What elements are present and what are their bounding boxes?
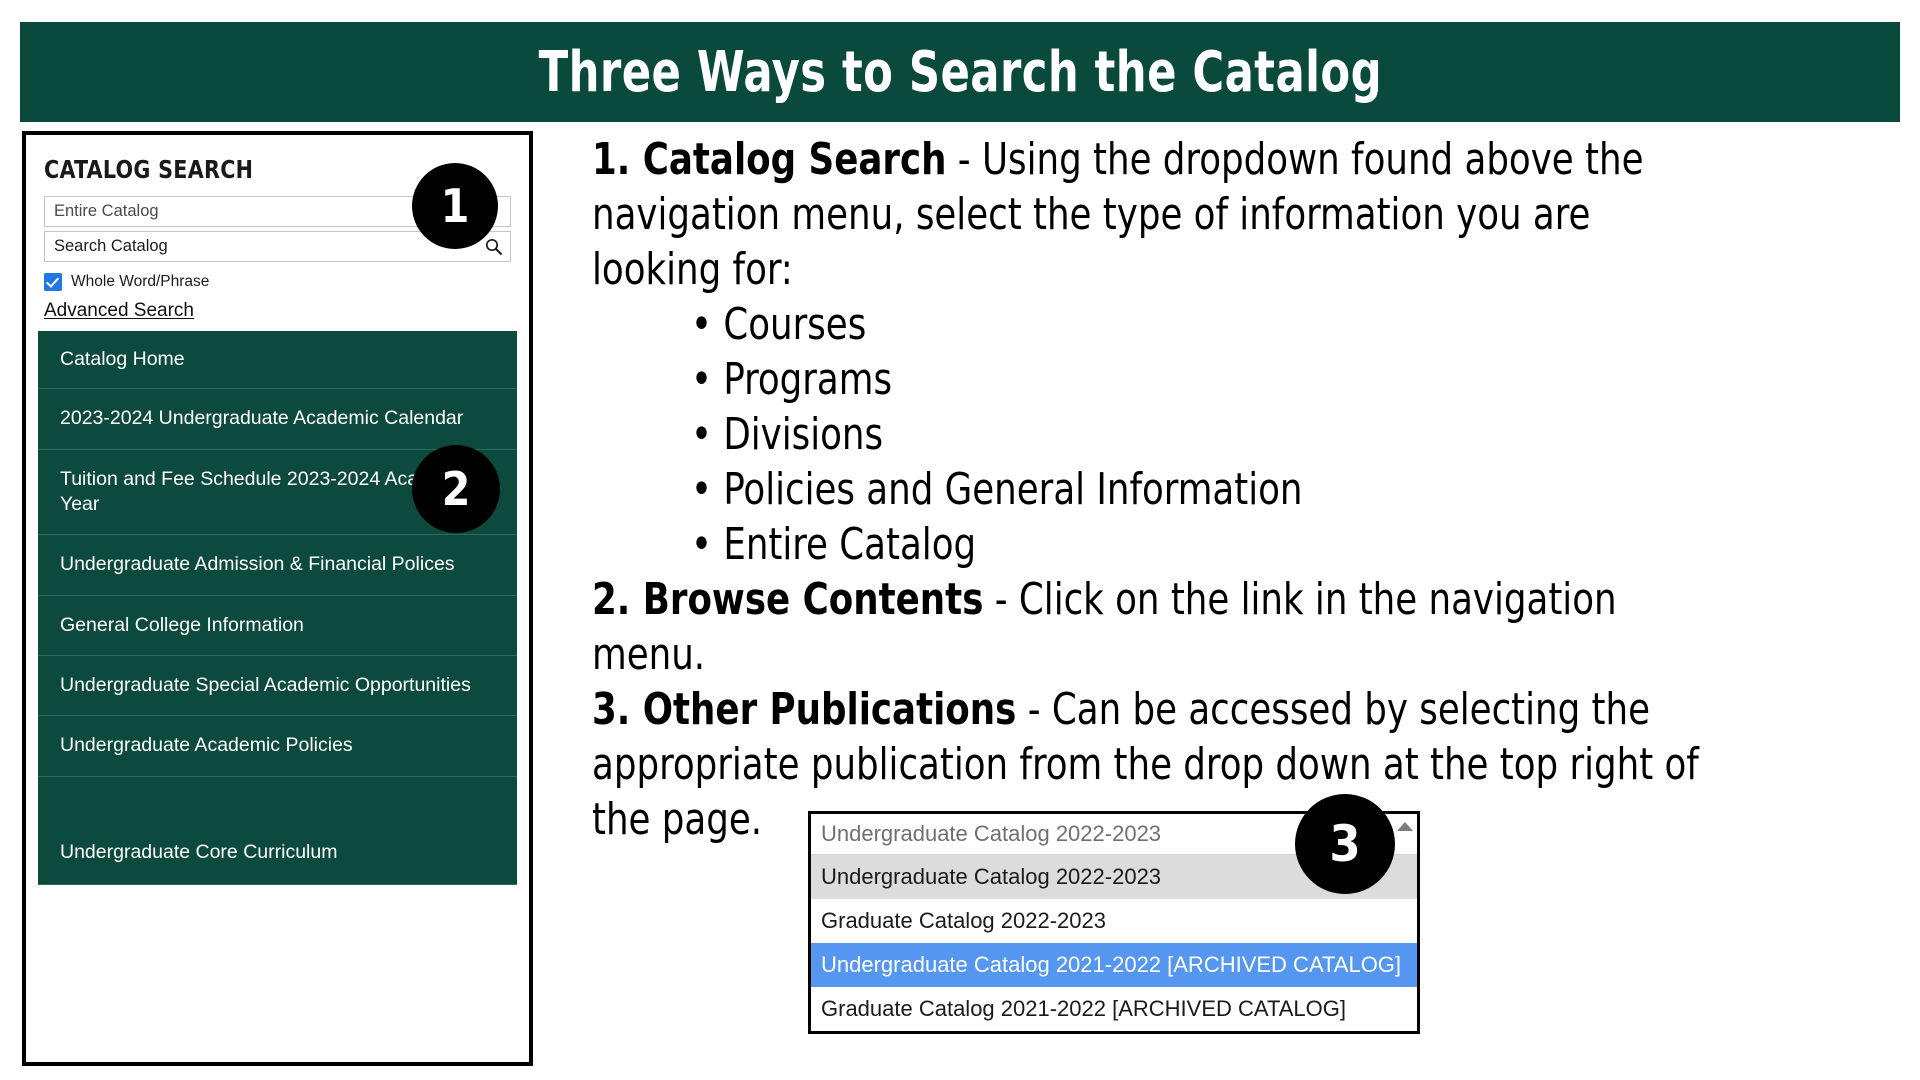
advanced-search-link[interactable]: Advanced Search — [44, 300, 194, 322]
instruction-3-number: 3. — [592, 684, 643, 735]
instruction-2-line-1: 2. Browse Contents - Click on the link i… — [592, 572, 1780, 627]
instruction-2-number: 2. — [592, 574, 643, 625]
sidebar-item-special-academic-opportunities[interactable]: Undergraduate Special Academic Opportuni… — [38, 656, 517, 717]
dropdown-option-graduate-2022-2023[interactable]: Graduate Catalog 2022-2023 — [811, 899, 1417, 943]
navigation-menu: Catalog Home 2023-2024 Undergraduate Aca… — [38, 331, 517, 885]
sidebar-item-catalog-home[interactable]: Catalog Home — [38, 331, 517, 390]
instruction-1-line-1: 1. Catalog Search - Using the dropdown f… — [592, 132, 1780, 187]
search-input-placeholder: Search Catalog — [54, 237, 168, 255]
sidebar-item-general-college-information[interactable]: General College Information — [38, 596, 517, 657]
whole-word-checkbox-row[interactable]: Whole Word/Phrase — [44, 273, 511, 291]
instruction-1-number: 1. — [592, 134, 643, 185]
list-item: • Courses — [691, 299, 867, 350]
list-item: • Programs — [691, 354, 893, 405]
magnifier-icon[interactable] — [485, 238, 503, 256]
sidebar-item-academic-policies[interactable]: Undergraduate Academic Policies — [38, 716, 517, 777]
header-banner: Three Ways to Search the Catalog — [20, 22, 1900, 122]
instruction-3-line-2: appropriate publication from the drop do… — [592, 739, 1699, 790]
sidebar-item-admission-financial-polices[interactable]: Undergraduate Admission & Financial Poli… — [38, 535, 517, 596]
instruction-2-title: Browse Contents — [642, 574, 984, 625]
list-item: • Policies and General Information — [691, 464, 1303, 515]
catalog-scope-value: Entire Catalog — [54, 202, 159, 220]
instruction-2-line-2: menu. — [592, 629, 706, 680]
dropdown-selected-value: Undergraduate Catalog 2022-2023 — [821, 821, 1162, 846]
step-badge-3: 3 — [1295, 794, 1395, 894]
triangle-up-icon[interactable] — [1397, 822, 1413, 831]
catalog-search-heading: CATALOG SEARCH — [44, 155, 254, 184]
instructions-content: 1. Catalog Search - Using the dropdown f… — [592, 132, 1912, 847]
dropdown-option-graduate-2021-2022-archived[interactable]: Graduate Catalog 2021-2022 [ARCHIVED CAT… — [811, 987, 1417, 1031]
sidebar-item-academic-calendar[interactable]: 2023-2024 Undergraduate Academic Calenda… — [38, 389, 517, 450]
instruction-1-title: Catalog Search — [642, 134, 947, 185]
instruction-3-title: Other Publications — [642, 684, 1017, 735]
instruction-3-line-1: 3. Other Publications - Can be accessed … — [592, 682, 1780, 737]
dropdown-option-undergraduate-2021-2022-archived[interactable]: Undergraduate Catalog 2021-2022 [ARCHIVE… — [811, 943, 1417, 987]
sidebar-item-core-curriculum[interactable]: Undergraduate Core Curriculum — [38, 777, 517, 885]
instruction-1-line-3: looking for: — [592, 244, 793, 295]
instruction-1-line-1-rest: - Using the dropdown found above the — [946, 134, 1644, 185]
whole-word-label: Whole Word/Phrase — [71, 273, 210, 290]
instruction-1-line-2: navigation menu, select the type of info… — [592, 189, 1591, 240]
catalog-sidebar-card: CATALOG SEARCH Entire Catalog Search Cat… — [22, 131, 533, 1066]
instruction-3-line-1-rest: - Can be accessed by selecting the — [1016, 684, 1651, 735]
whole-word-checkbox[interactable] — [44, 273, 62, 291]
list-item: • Divisions — [691, 409, 884, 460]
step-badge-2: 2 — [412, 445, 500, 533]
page-title: Three Ways to Search the Catalog — [538, 39, 1382, 105]
step-badge-1: 1 — [412, 163, 498, 249]
instruction-2-line-1-rest: - Click on the link in the navigation — [983, 574, 1617, 625]
list-item: • Entire Catalog — [691, 519, 977, 570]
